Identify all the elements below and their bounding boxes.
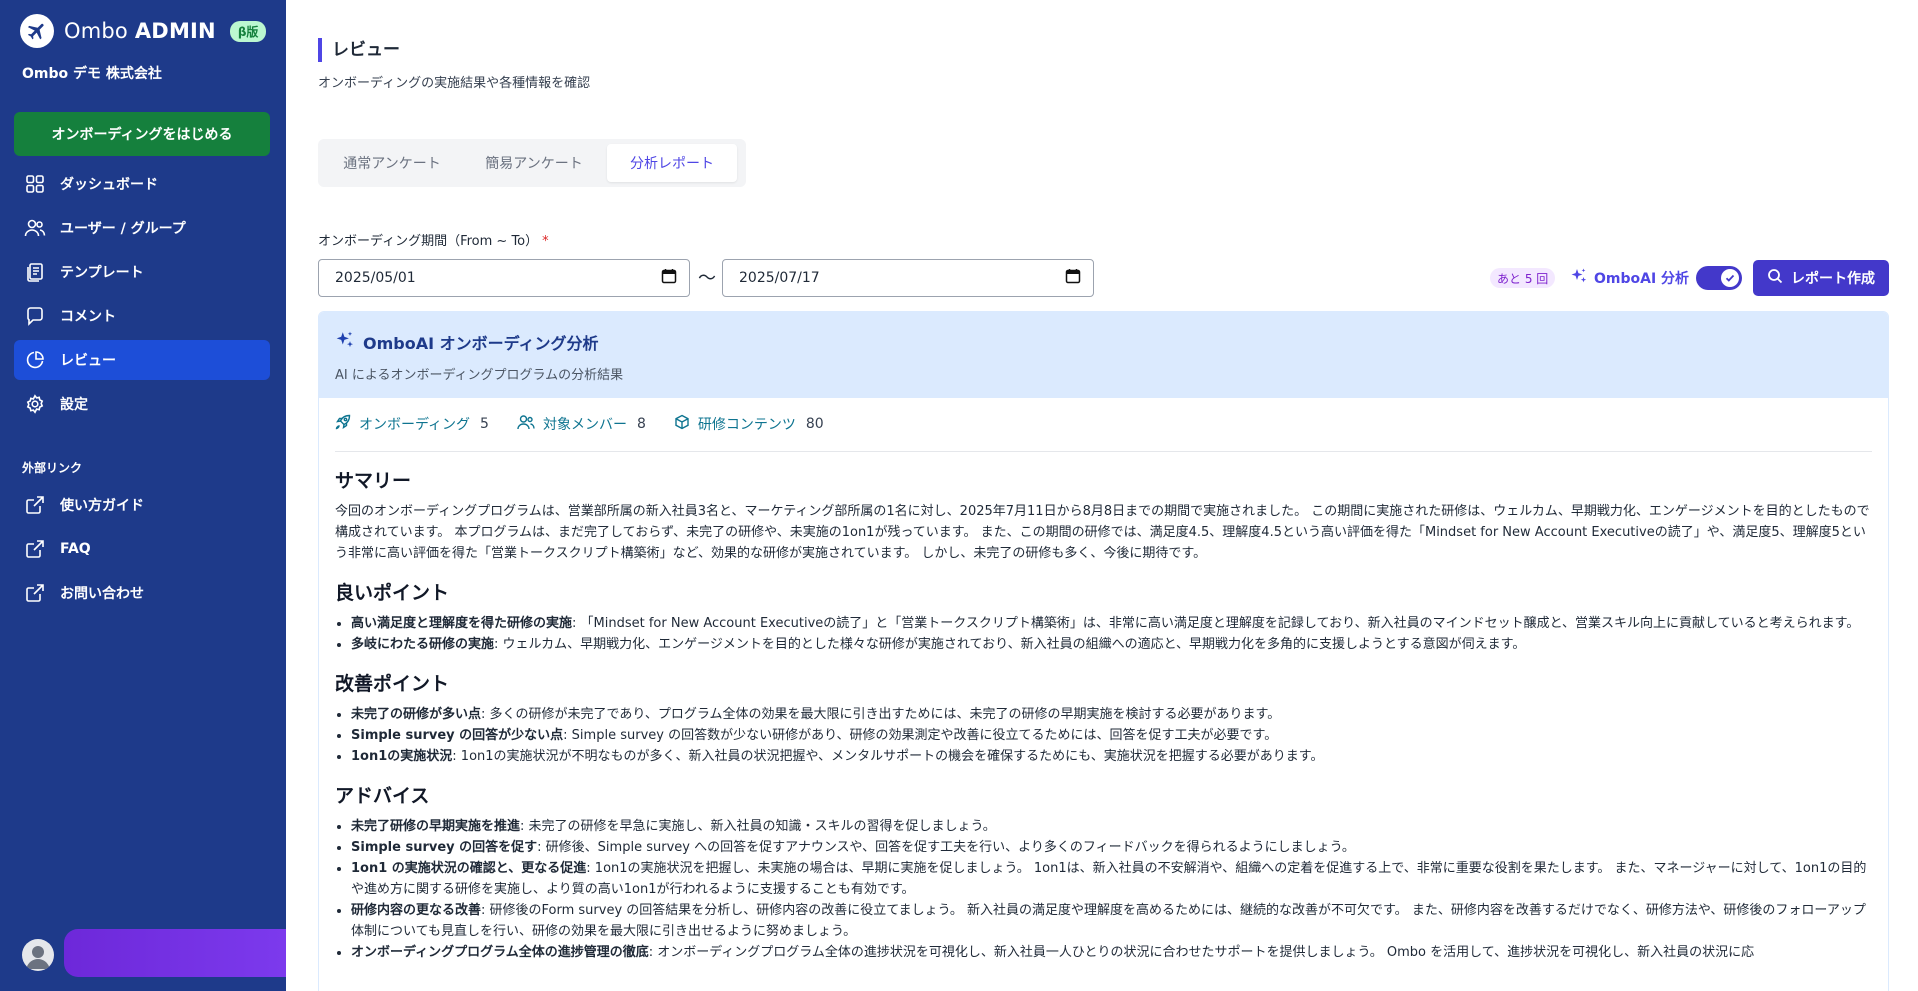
- beta-badge: β版: [229, 20, 267, 42]
- stat-value: 8: [636, 416, 646, 432]
- date-from-input[interactable]: 2025/05/01: [318, 259, 690, 297]
- tab-simple-survey[interactable]: 簡易アンケート: [465, 144, 603, 182]
- date-from-value: 2025/05/01: [335, 270, 416, 286]
- brand-name: Ombo ADMIN: [64, 19, 216, 43]
- airplane-logo-icon: [20, 14, 54, 48]
- ai-report-panel: OmboAI オンボーディング分析 AI によるオンボーディングプログラムの分析…: [318, 311, 1889, 991]
- nav-label: レビュー: [60, 353, 116, 369]
- main-nav: ダッシュボード ユーザー / グループ テンプレート コメント レビュー 設定: [14, 164, 270, 428]
- nav-item-dashboard[interactable]: ダッシュボード: [14, 164, 270, 204]
- user-avatar[interactable]: [22, 939, 54, 971]
- comment-icon: [24, 305, 46, 327]
- summary-text: 今回のオンボーディングプログラムは、営業部所属の新入社員3名と、マーケティング部…: [335, 504, 1870, 561]
- stat-value: 5: [480, 416, 489, 432]
- nav-label: ユーザー / グループ: [60, 221, 186, 237]
- ai-analysis-toggle[interactable]: [1696, 266, 1742, 290]
- date-to-input[interactable]: 2025/07/17: [722, 259, 1094, 297]
- stat-label: 対象メンバー: [542, 417, 627, 433]
- external-link-icon: [24, 538, 46, 560]
- nav-label: 設定: [60, 397, 88, 413]
- tab-analysis-report[interactable]: 分析レポート: [607, 144, 737, 182]
- stat-contents: 研修コンテンツ 80: [674, 414, 824, 434]
- list-item: 高い満足度と理解度を得た研修の実施: 「Mindset for New Acco…: [351, 613, 1872, 634]
- nav-item-guide[interactable]: 使い方ガイド: [14, 485, 270, 525]
- advice-heading: アドバイス: [335, 785, 430, 807]
- page-subtitle: オンボーディングの実施結果や各種情報を確認: [318, 76, 591, 91]
- search-icon: [1767, 268, 1783, 288]
- rocket-icon: [335, 414, 351, 434]
- review-tabs: 通常アンケート 簡易アンケート 分析レポート: [318, 139, 746, 187]
- stat-value: 80: [805, 416, 824, 432]
- members-icon: [517, 414, 535, 434]
- nav-item-contact[interactable]: お問い合わせ: [14, 573, 270, 613]
- nav-item-review[interactable]: レビュー: [14, 340, 270, 380]
- create-report-button[interactable]: レポート作成: [1753, 260, 1889, 296]
- improvement-points-list: 未完了の研修が多い点: 多くの研修が未完了であり、プログラム全体の効果を最大限に…: [335, 704, 1872, 767]
- sidebar: Ombo ADMIN β版 Ombo デモ 株式会社 オンボーディングをはじめる…: [0, 0, 286, 991]
- list-item: 1on1 の実施状況の確認と、更なる促進: 1on1の実施状況を把握し、未実施の…: [351, 858, 1872, 900]
- stat-members: 対象メンバー 8: [517, 414, 646, 434]
- tab-standard-survey[interactable]: 通常アンケート: [323, 144, 461, 182]
- list-item: Simple survey の回答を促す: 研修後、Simple survey …: [351, 837, 1872, 858]
- start-onboarding-button[interactable]: オンボーディングをはじめる: [14, 112, 270, 156]
- list-item: 1on1の実施状況: 1on1の実施状況が不明なものが多く、新入社員の状況把握や…: [351, 746, 1872, 767]
- sparkles-icon: [1570, 267, 1588, 289]
- nav-item-comment[interactable]: コメント: [14, 296, 270, 336]
- company-name: Ombo デモ 株式会社: [22, 66, 162, 82]
- report-header: OmboAI オンボーディング分析 AI によるオンボーディングプログラムの分析…: [319, 312, 1888, 398]
- date-separator: 〜: [698, 268, 716, 289]
- report-title: OmboAI オンボーディング分析: [335, 330, 1872, 354]
- summary-heading: サマリー: [335, 470, 412, 492]
- period-label: オンボーディング期間（From ~ To） *: [318, 234, 549, 249]
- remaining-count-badge: あと 5 回: [1490, 268, 1556, 288]
- report-content: サマリー 今回のオンボーディングプログラムは、営業部所属の新入社員3名と、マーケ…: [319, 466, 1888, 963]
- nav-item-users[interactable]: ユーザー / グループ: [14, 208, 270, 248]
- report-stats: オンボーディング 5 対象メンバー 8 研修コンテンツ 80: [335, 414, 1872, 452]
- list-item: 未完了研修の早期実施を推進: 未完了の研修を早急に実施し、新入社員の知識・スキル…: [351, 816, 1872, 837]
- nav-label: コメント: [60, 309, 116, 325]
- nav-label: ダッシュボード: [60, 177, 158, 193]
- list-item: 研修内容の更なる改善: 研修後のForm survey の回答結果を分析し、研修…: [351, 900, 1872, 942]
- external-link-icon: [24, 494, 46, 516]
- external-links-heading: 外部リンク: [22, 461, 83, 475]
- nav-label: FAQ: [60, 541, 91, 557]
- good-points-list: 高い満足度と理解度を得た研修の実施: 「Mindset for New Acco…: [335, 613, 1872, 655]
- nav-item-settings[interactable]: 設定: [14, 384, 270, 424]
- calendar-icon[interactable]: [1065, 268, 1081, 288]
- sparkles-icon: [335, 330, 355, 354]
- report-subtitle: AI によるオンボーディングプログラムの分析結果: [335, 368, 624, 383]
- nav-label: テンプレート: [60, 265, 144, 281]
- list-item: 多岐にわたる研修の実施: ウェルカム、早期戦力化、エンゲージメントを目的とした様…: [351, 634, 1872, 655]
- external-nav: 使い方ガイド FAQ お問い合わせ: [14, 485, 270, 617]
- nav-item-faq[interactable]: FAQ: [14, 529, 270, 569]
- nav-label: お問い合わせ: [60, 586, 144, 602]
- dashboard-icon: [24, 173, 46, 195]
- page-title: レビュー: [318, 38, 400, 62]
- list-item: Simple survey の回答が少ない点: Simple survey の回…: [351, 725, 1872, 746]
- nav-label: 使い方ガイド: [60, 498, 144, 514]
- improvement-points-heading: 改善ポイント: [335, 673, 450, 695]
- stat-onboarding: オンボーディング 5: [335, 414, 489, 434]
- main-content: レビュー オンボーディングの実施結果や各種情報を確認 通常アンケート 簡易アンケ…: [286, 0, 1918, 991]
- check-icon: [1721, 269, 1739, 287]
- good-points-heading: 良いポイント: [335, 582, 450, 604]
- stat-label: オンボーディング: [359, 417, 471, 433]
- ai-analysis-label: OmboAI 分析: [1570, 267, 1689, 289]
- list-item: オンボーディングプログラム全体の進捗管理の徹底: オンボーディングプログラム全体…: [351, 942, 1872, 963]
- pie-chart-icon: [24, 349, 46, 371]
- external-link-icon: [24, 582, 46, 604]
- date-to-value: 2025/07/17: [739, 270, 820, 286]
- nav-item-template[interactable]: テンプレート: [14, 252, 270, 292]
- template-icon: [24, 261, 46, 283]
- brand[interactable]: Ombo ADMIN β版: [20, 14, 267, 48]
- assistant-launcher[interactable]: [64, 929, 286, 977]
- users-icon: [24, 217, 46, 239]
- required-mark: *: [542, 234, 549, 249]
- list-item: 未完了の研修が多い点: 多くの研修が未完了であり、プログラム全体の効果を最大限に…: [351, 704, 1872, 725]
- cube-icon: [674, 414, 690, 434]
- stat-label: 研修コンテンツ: [697, 417, 796, 433]
- calendar-icon[interactable]: [661, 268, 677, 288]
- gear-icon: [24, 393, 46, 415]
- advice-list: 未完了研修の早期実施を推進: 未完了の研修を早急に実施し、新入社員の知識・スキル…: [335, 816, 1872, 963]
